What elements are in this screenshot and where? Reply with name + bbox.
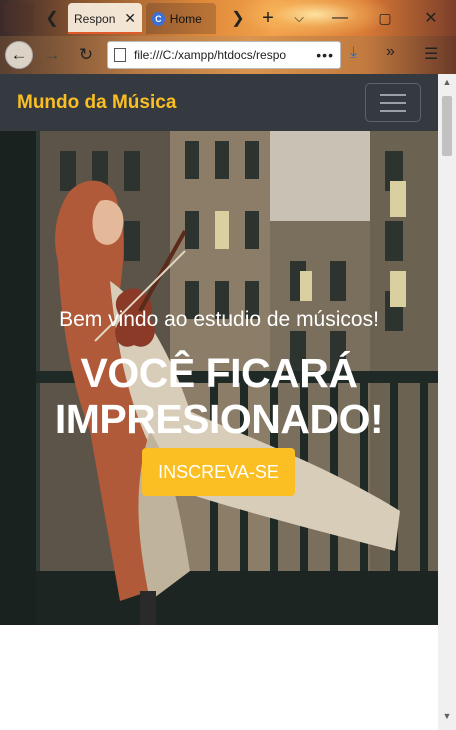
scroll-tabs-right-icon[interactable]: ❯	[224, 4, 252, 32]
hamburger-menu-icon[interactable]: ☰	[424, 44, 438, 64]
page-info-icon[interactable]	[114, 48, 126, 62]
hero-section: Bem vindo ao estudio de músicos! VOCÊ FI…	[0, 131, 438, 625]
reload-icon[interactable]: ↻	[72, 41, 100, 69]
favicon-icon: C	[152, 11, 165, 26]
browser-tab-bar: ❮ Respon ✕ C Home ❯ + ⌵ — ▢ ✕	[0, 0, 456, 36]
new-tab-icon[interactable]: +	[254, 4, 282, 32]
close-window-icon[interactable]: ✕	[417, 4, 445, 32]
url-text: file:///C:/xampp/htdocs/respo	[134, 48, 287, 62]
close-tab-icon[interactable]: ✕	[124, 10, 136, 27]
forward-icon[interactable]: →	[38, 41, 66, 69]
scrollbar-thumb[interactable]	[442, 96, 452, 156]
page-viewport: Mundo da Música Bem vindo ao estudio de …	[0, 74, 456, 730]
maximize-icon[interactable]: ▢	[371, 4, 399, 32]
hero-headline: VOCÊ FICARÁ IMPRESIONADO!	[0, 350, 438, 442]
subscribe-button[interactable]: INSCREVA-SE	[142, 448, 295, 496]
page-scrollbar[interactable]: ▲ ▼	[438, 74, 456, 730]
tab-label: Home	[169, 11, 202, 26]
hero-welcome-text: Bem vindo ao estudio de músicos!	[59, 308, 379, 331]
hero-headline-line1: VOCÊ FICARÁ	[80, 350, 358, 396]
navbar-toggler-button[interactable]	[365, 83, 421, 122]
tab-home[interactable]: C Home	[146, 3, 216, 34]
hero-headline-line2: IMPRESIONADO!	[54, 396, 384, 442]
browser-toolbar: ← → ↻ file:///C:/xampp/htdocs/respo ••• …	[0, 36, 456, 74]
tab-respon[interactable]: Respon ✕	[68, 3, 142, 34]
minimize-icon[interactable]: —	[326, 4, 354, 32]
address-bar[interactable]: file:///C:/xampp/htdocs/respo •••	[107, 41, 341, 69]
site-navbar: Mundo da Música	[0, 74, 438, 131]
back-icon[interactable]: ←	[5, 41, 33, 69]
scroll-up-icon[interactable]: ▲	[438, 77, 456, 93]
scroll-down-icon[interactable]: ▼	[438, 711, 456, 727]
tab-label: Respon	[74, 11, 116, 26]
tab-list-icon[interactable]	[4, 4, 34, 32]
more-tools-icon[interactable]: »	[386, 43, 395, 61]
page-actions-icon[interactable]: •••	[316, 47, 334, 63]
download-icon[interactable]: ⤓	[350, 44, 357, 62]
site-brand[interactable]: Mundo da Música	[17, 92, 176, 114]
scroll-tabs-left-icon[interactable]: ❮	[38, 4, 66, 32]
list-all-tabs-icon[interactable]: ⌵	[285, 4, 313, 32]
